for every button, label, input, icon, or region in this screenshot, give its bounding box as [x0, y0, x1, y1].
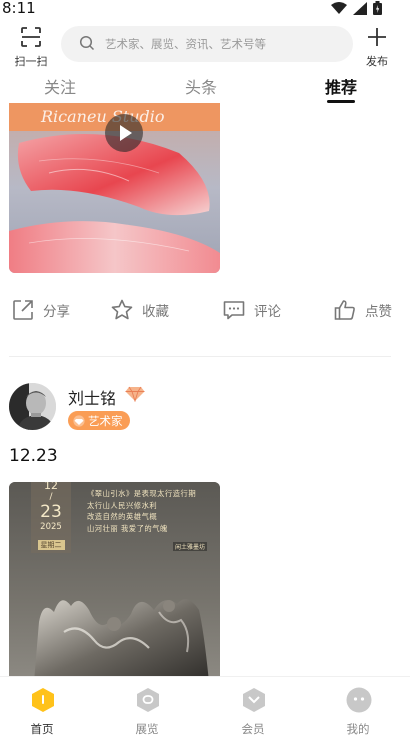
avatar-photo [9, 383, 56, 430]
share-label: 分享 [43, 304, 70, 320]
poem-line: 《翠山引水》是表现太行造行期 [87, 489, 197, 498]
poem-line: 改造自然的英雄气概 [87, 512, 158, 521]
poem-line: 山河壮丽 我爱了的气魄 [87, 523, 168, 533]
comment-icon [223, 301, 245, 320]
plus-icon [368, 28, 386, 46]
profile-icon [346, 687, 372, 713]
play-icon [120, 125, 132, 141]
nav-item-exhibition[interactable]: 展览 [107, 677, 187, 735]
nav-item-profile[interactable]: 我的 [318, 677, 398, 735]
nav-item-member[interactable]: 会员 [213, 677, 293, 735]
author-name[interactable]: 刘士铭 [68, 385, 116, 409]
favorite-button[interactable]: 收藏 [110, 298, 169, 322]
bottom-navigation: 首页 展览 会员 我的 [0, 676, 410, 735]
comment-label: 评论 [254, 304, 281, 320]
exhibition-icon [137, 688, 159, 712]
nav-item-home[interactable]: 首页 [2, 677, 82, 735]
tab-headlines[interactable]: 头条 [185, 74, 217, 98]
publish-button[interactable]: 发布 [361, 24, 393, 68]
artist-badge: 艺术家 [68, 411, 130, 430]
share-icon [13, 300, 33, 320]
post-video-thumbnail[interactable]: Ricaneu Studio [9, 103, 220, 273]
poster-stamp: 闲土雅墨坊 [173, 542, 208, 551]
comment-button[interactable]: 评论 [222, 298, 281, 322]
artist-badge-label: 艺术家 [88, 413, 123, 428]
top-header: 扫一扫 发布 [0, 20, 410, 70]
status-time: 8:11 [2, 0, 36, 17]
scan-icon [21, 27, 41, 47]
avatar[interactable] [9, 383, 56, 430]
home-icon [32, 688, 54, 712]
search-icon [79, 35, 95, 51]
badge-diamond-icon [73, 414, 85, 427]
feed-tabs: 关注 头条 推荐 [0, 72, 410, 104]
status-icons [331, 1, 382, 15]
scan-label: 扫一扫 [14, 55, 48, 68]
share-button[interactable]: 分享 [11, 298, 70, 322]
post-text[interactable]: 12.23 [9, 446, 58, 466]
play-button[interactable] [105, 114, 143, 152]
nav-label-member: 会员 [241, 722, 265, 735]
nav-label-exhibition: 展览 [135, 722, 159, 735]
scan-button[interactable]: 扫一扫 [8, 24, 54, 68]
signal-icon [353, 1, 367, 15]
search-bar[interactable] [61, 26, 353, 62]
poster-date-separator: / [49, 492, 53, 502]
like-button[interactable]: 点赞 [333, 298, 392, 322]
search-input[interactable] [105, 26, 345, 62]
poster-date-block: 12 / 23 2025 星期二 [31, 482, 71, 553]
poster-weekday: 星期二 [37, 540, 65, 550]
poem-line: 太行山人民兴修水利 [87, 500, 158, 510]
publish-label: 发布 [366, 55, 388, 68]
nav-label-profile: 我的 [346, 722, 370, 735]
poster-year: 2025 [40, 522, 62, 532]
nav-label-home: 首页 [30, 722, 54, 735]
image-watermark: Ricaneu Studio [41, 107, 165, 126]
star-icon [111, 299, 133, 320]
thumbs-up-icon [334, 300, 355, 320]
post-divider [9, 356, 391, 357]
poster-day: 23 [40, 502, 62, 522]
poster-poem: 《翠山引水》是表现太行造行期 太行山人民兴修水利 改造自然的英雄气概 山河壮丽 … [87, 488, 215, 534]
like-label: 点赞 [365, 304, 392, 320]
tab-recommend[interactable]: 推荐 [325, 74, 357, 98]
post-action-bar: 分享 收藏 评论 点赞 [0, 298, 410, 330]
diamond-icon [125, 386, 145, 402]
favorite-label: 收藏 [142, 304, 169, 320]
member-icon [243, 688, 265, 712]
poster-month: 12 [44, 482, 58, 492]
battery-icon [373, 1, 382, 15]
wifi-icon [331, 1, 347, 14]
status-bar: 8:11 [0, 0, 410, 18]
post-image[interactable]: 12 / 23 2025 星期二 《翠山引水》是表现太行造行期 太行山人民兴修水… [9, 482, 220, 682]
active-tab-indicator [327, 100, 355, 103]
tab-follow[interactable]: 关注 [44, 74, 76, 98]
